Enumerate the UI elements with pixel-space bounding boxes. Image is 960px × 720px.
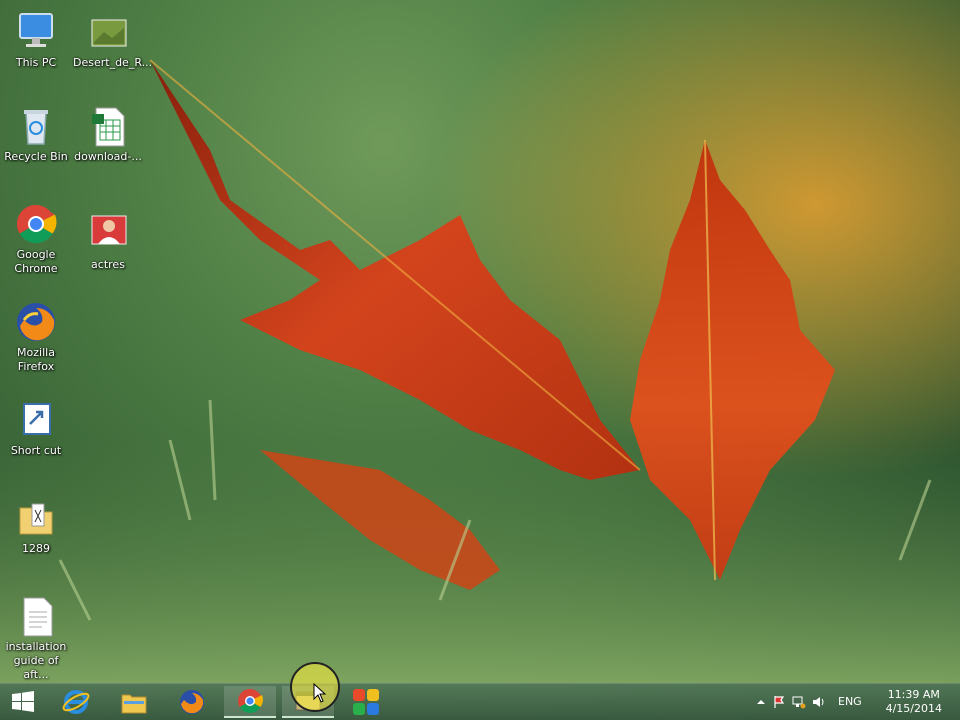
desktop-icon-label: Desert_de_R...: [73, 56, 153, 69]
desktop-icon-label: 1289: [22, 542, 50, 555]
desktop-icon-label: download-...: [74, 150, 142, 163]
input-language-indicator[interactable]: ENG: [838, 695, 862, 708]
taskbar-internet-explorer[interactable]: [50, 686, 102, 718]
desktop-icon-google-chrome[interactable]: Google Chrome: [1, 202, 71, 276]
desktop-icon-this-pc[interactable]: This PC: [1, 10, 71, 70]
computer-icon: [14, 10, 58, 54]
document-icon: [14, 594, 58, 638]
desktop-wallpaper: [0, 0, 960, 684]
taskbar-file-explorer[interactable]: [108, 686, 160, 718]
internet-explorer-icon: [62, 690, 90, 714]
desktop-icon-label: Short cut: [10, 444, 62, 457]
clock-time: 11:39 AM: [887, 688, 940, 701]
system-tray: ENG 11:39 AM 4/15/2014: [750, 684, 960, 720]
desktop-icon-actres[interactable]: actres: [73, 212, 143, 272]
start-button[interactable]: [0, 686, 46, 718]
desktop-icon-download-spreadsheet[interactable]: download-...: [73, 104, 143, 164]
network-icon[interactable]: [792, 695, 806, 709]
desktop-icon-1289[interactable]: 1289: [1, 496, 71, 556]
windows-logo-icon: [12, 691, 34, 712]
mouse-cursor-icon: [313, 683, 327, 703]
firefox-icon: [14, 300, 58, 344]
taskbar-firefox[interactable]: [166, 686, 218, 718]
desktop-icon-label: This PC: [15, 56, 57, 69]
taskbar-chrome[interactable]: [224, 686, 276, 718]
taskbar-tile-app[interactable]: [340, 686, 392, 718]
desktop-icon-installation-guide[interactable]: installation guide of aft...: [1, 594, 71, 682]
image-file-icon: [86, 10, 130, 54]
desktop-icon-label: Recycle Bin: [4, 150, 68, 163]
firefox-icon: [180, 690, 204, 714]
spreadsheet-file-icon: [86, 104, 130, 148]
chrome-icon: [14, 202, 58, 246]
desktop-icon-desert-image[interactable]: Desert_de_R...: [73, 10, 153, 70]
file-explorer-icon: [121, 694, 147, 714]
shortcut-icon: [14, 398, 58, 442]
recycle-bin-icon: [14, 104, 58, 148]
photo-file-icon: [86, 212, 130, 256]
desktop-icon-label: Mozilla Firefox: [17, 346, 55, 373]
tile-app-icon: [353, 689, 379, 715]
folder-icon: [14, 496, 58, 540]
action-center-flag-icon[interactable]: [772, 695, 786, 709]
desktop-icon-recycle-bin[interactable]: Recycle Bin: [1, 104, 71, 164]
desktop-icon-label: Google Chrome: [14, 248, 58, 275]
desktop-icon-label: actres: [91, 258, 125, 271]
clock[interactable]: 11:39 AM 4/15/2014: [886, 688, 942, 716]
clock-date: 4/15/2014: [885, 702, 942, 715]
desktop-icon-short-cut[interactable]: Short cut: [1, 398, 71, 458]
volume-icon[interactable]: [812, 695, 826, 709]
desktop-icon-label: installation guide of aft...: [5, 640, 67, 681]
chevron-up-icon[interactable]: [754, 695, 768, 709]
taskbar: ENG 11:39 AM 4/15/2014: [0, 683, 960, 720]
desktop-icon-mozilla-firefox[interactable]: Mozilla Firefox: [1, 300, 71, 374]
chrome-icon: [238, 689, 263, 714]
